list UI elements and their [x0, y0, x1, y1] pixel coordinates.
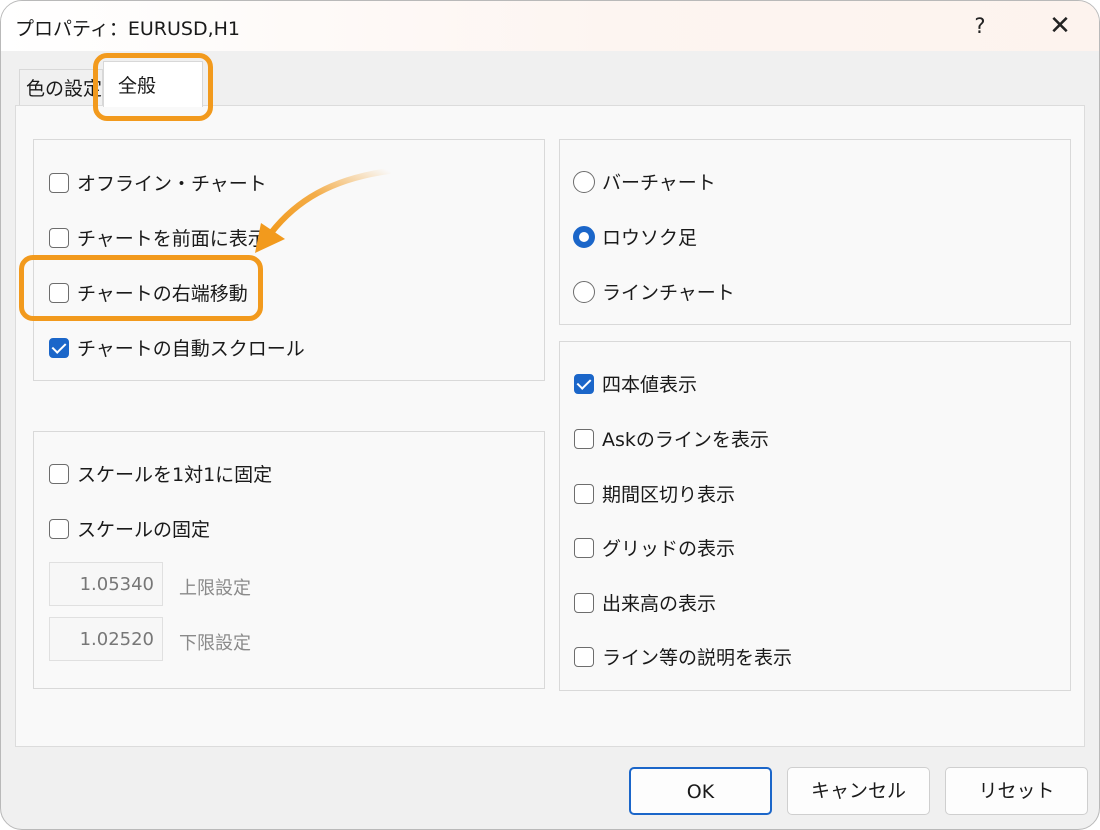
- scale-1to1-label: スケールを1対1に固定: [77, 464, 273, 486]
- checkbox-box: [49, 172, 69, 193]
- chart-foreground-label: チャートを前面に表示: [77, 228, 267, 250]
- line-chart-label: ラインチャート: [602, 282, 735, 304]
- bar-chart-radio[interactable]: バーチャート: [573, 168, 716, 195]
- chart-foreground-checkbox[interactable]: チャートを前面に表示: [49, 224, 267, 251]
- radio-button: [573, 280, 595, 303]
- chart-shift-highlight: [19, 255, 263, 321]
- offline-chart-checkbox[interactable]: オフライン・チャート: [49, 169, 267, 196]
- scale-1to1-checkbox[interactable]: スケールを1対1に固定: [49, 460, 272, 487]
- properties-dialog: プロパティ：EURUSD,H1 ? ✕ 色の設定 全般 オフライン・チャート チ…: [0, 0, 1100, 830]
- volume-label: 出来高の表示: [602, 593, 717, 615]
- help-button[interactable]: ?: [961, 7, 999, 45]
- ohlc-checkbox[interactable]: 四本値表示: [574, 370, 697, 397]
- checkbox-box-checked: [574, 373, 594, 394]
- checkbox-box: [49, 227, 69, 248]
- bar-chart-label: バーチャート: [602, 172, 716, 194]
- checkbox-box: [49, 463, 69, 484]
- title-bar[interactable]: プロパティ：EURUSD,H1 ? ✕: [1, 1, 1099, 51]
- ohlc-label: 四本値表示: [602, 374, 698, 396]
- ask-line-label: Askのラインを表示: [602, 429, 769, 451]
- object-descriptions-label: ライン等の説明を表示: [602, 647, 793, 669]
- candlestick-label: ロウソク足: [602, 227, 698, 249]
- checkbox-box: [574, 537, 594, 558]
- object-descriptions-checkbox[interactable]: ライン等の説明を表示: [574, 643, 792, 670]
- close-button[interactable]: ✕: [1041, 7, 1079, 45]
- window-title: プロパティ：EURUSD,H1: [15, 18, 240, 40]
- candlestick-radio[interactable]: ロウソク足: [573, 223, 697, 250]
- chart-autoscroll-checkbox[interactable]: チャートの自動スクロール: [49, 334, 305, 361]
- volume-checkbox[interactable]: 出来高の表示: [574, 589, 716, 616]
- scale-fix-label: スケールの固定: [77, 519, 211, 541]
- scale-lower-input[interactable]: 1.02520: [49, 617, 163, 661]
- grid-label: グリッドの表示: [602, 538, 736, 560]
- tab-general-highlight: [93, 53, 213, 121]
- ask-line-checkbox[interactable]: Askのラインを表示: [574, 425, 769, 452]
- line-chart-radio[interactable]: ラインチャート: [573, 278, 735, 305]
- callout-arrow-icon: [255, 168, 392, 253]
- radio-button: [573, 170, 595, 193]
- checkbox-box: [574, 646, 594, 667]
- ok-button[interactable]: OK: [629, 767, 772, 815]
- grid-checkbox[interactable]: グリッドの表示: [574, 534, 735, 561]
- scale-upper-label: 上限設定: [179, 578, 251, 599]
- checkbox-box: [574, 483, 594, 504]
- period-separators-label: 期間区切り表示: [602, 484, 736, 506]
- reset-button[interactable]: リセット: [945, 767, 1088, 815]
- radio-button-selected: [573, 225, 595, 248]
- scale-upper-input[interactable]: 1.05340: [49, 562, 163, 606]
- checkbox-box: [574, 428, 594, 449]
- checkbox-box-checked: [49, 337, 69, 358]
- tab-colors[interactable]: 色の設定: [19, 69, 103, 105]
- checkbox-box: [574, 592, 594, 613]
- chart-autoscroll-label: チャートの自動スクロール: [77, 338, 305, 360]
- scale-fix-checkbox[interactable]: スケールの固定: [49, 515, 210, 542]
- cancel-button[interactable]: キャンセル: [787, 767, 930, 815]
- offline-chart-label: オフライン・チャート: [77, 173, 267, 195]
- checkbox-box: [49, 518, 69, 539]
- period-separators-checkbox[interactable]: 期間区切り表示: [574, 480, 735, 507]
- scale-lower-label: 下限設定: [179, 633, 251, 654]
